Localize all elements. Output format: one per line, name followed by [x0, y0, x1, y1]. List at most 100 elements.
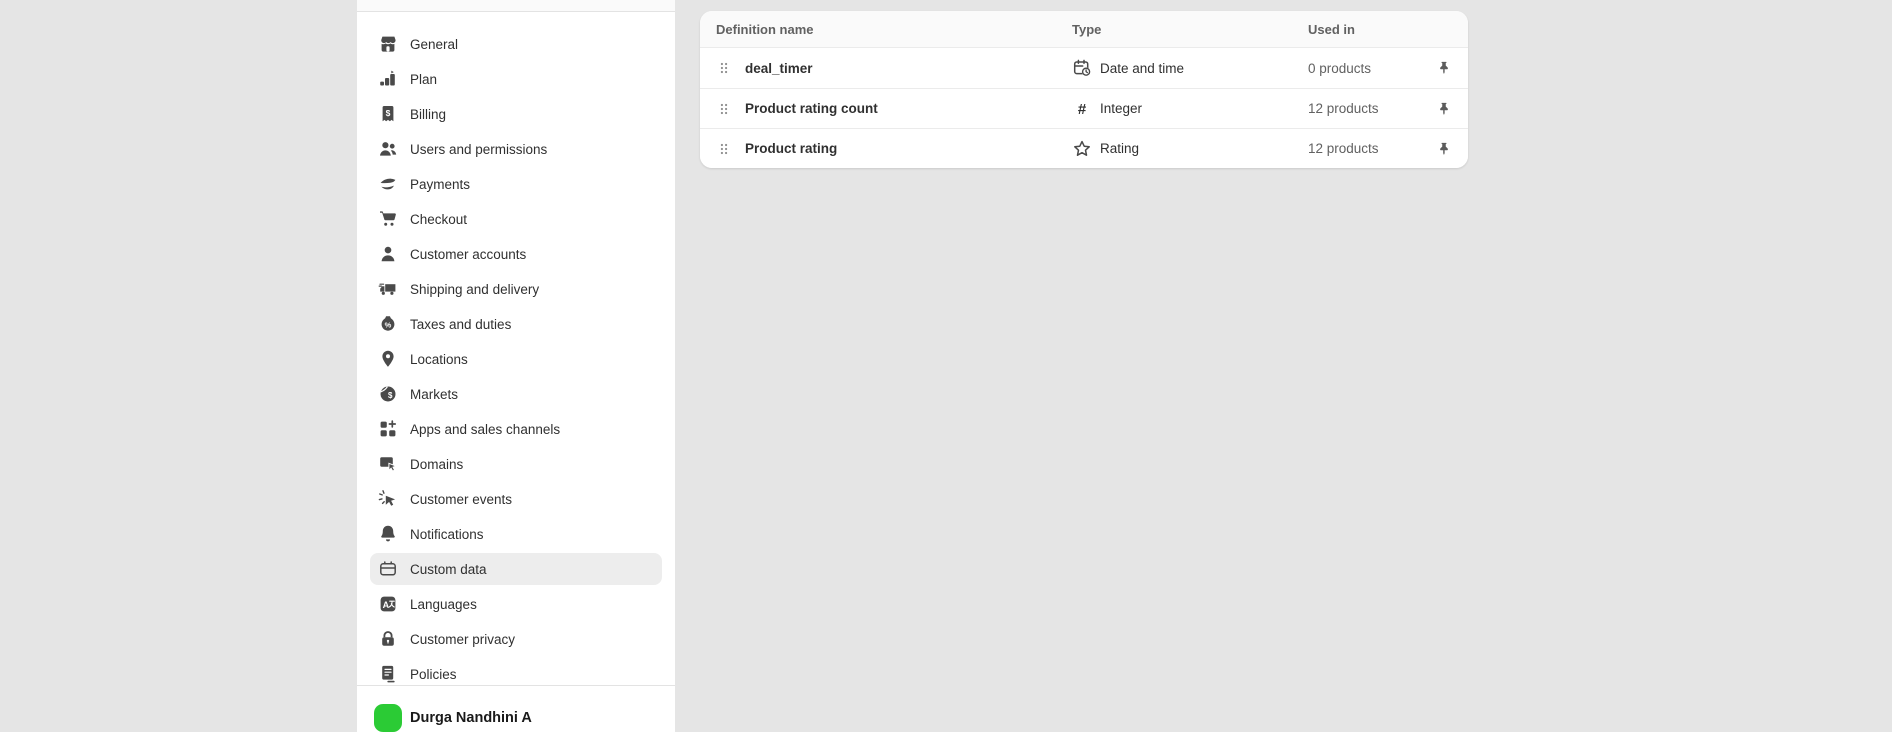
plan-icon [378, 69, 398, 89]
users-icon [378, 139, 398, 159]
sidebar-item-taxes-and-duties[interactable]: % Taxes and duties [370, 308, 662, 340]
used-in-label: 12 products [1308, 101, 1379, 116]
languages-icon: A [378, 594, 398, 614]
store-icon [378, 34, 398, 54]
sidebar-item-label: Markets [410, 387, 458, 402]
sidebar-item-label: Custom data [410, 562, 487, 577]
svg-text:#: # [1078, 101, 1087, 118]
drag-handle-icon[interactable] [716, 101, 732, 117]
person-icon [378, 244, 398, 264]
hash-icon: # [1072, 99, 1092, 119]
tax-bag-icon: % [378, 314, 398, 334]
sidebar-item-plan[interactable]: Plan [370, 63, 662, 95]
table-header-row: Definition name Type Used in [700, 11, 1468, 48]
sidebar-footer: Durga Nandhini A [357, 685, 675, 732]
store-avatar [374, 704, 402, 732]
sidebar-item-billing[interactable]: $ Billing [370, 98, 662, 130]
store-account-item[interactable]: Durga Nandhini A [370, 704, 662, 732]
store-name-label: Durga Nandhini A [410, 710, 532, 726]
sidebar-item-policies[interactable]: Policies [370, 658, 662, 685]
pin-icon[interactable] [1436, 60, 1452, 76]
lock-icon [378, 629, 398, 649]
sidebar-item-label: Notifications [410, 527, 484, 542]
definition-name-cell: Product rating count [716, 101, 1072, 117]
sidebar-item-payments[interactable]: Payments [370, 168, 662, 200]
used-in-cell: 0 products [1308, 60, 1452, 76]
sidebar-item-custom-data[interactable]: Custom data [370, 553, 662, 585]
svg-text:A: A [383, 600, 390, 610]
definition-name-link[interactable]: Product rating [745, 141, 837, 156]
sidebar-item-checkout[interactable]: Checkout [370, 203, 662, 235]
type-cell: # Integer [1072, 99, 1308, 119]
sidebar-item-label: Checkout [410, 212, 467, 227]
used-in-label: 12 products [1308, 141, 1379, 156]
custom-data-icon [378, 559, 398, 579]
svg-text:$: $ [388, 391, 393, 400]
sidebar-item-label: Taxes and duties [410, 317, 511, 332]
type-label: Date and time [1100, 61, 1184, 76]
table-body: deal_timer Date and time 0 products Prod… [700, 48, 1468, 168]
sidebar-item-label: Users and permissions [410, 142, 547, 157]
drag-handle-icon[interactable] [716, 60, 732, 76]
sidebar-item-label: Payments [410, 177, 470, 192]
settings-page: General Plan $ Billing Users and permiss… [0, 0, 1892, 732]
drag-handle-icon[interactable] [716, 141, 732, 157]
definition-name-link[interactable]: deal_timer [745, 61, 813, 76]
sidebar-item-general[interactable]: General [370, 28, 662, 60]
sidebar-header-strip [357, 0, 675, 12]
svg-text:$: $ [386, 108, 391, 118]
sidebar-item-customer-events[interactable]: Customer events [370, 483, 662, 515]
sidebar-item-languages[interactable]: A Languages [370, 588, 662, 620]
column-header-type: Type [1072, 22, 1308, 37]
sidebar-item-label: Policies [410, 667, 457, 682]
sidebar-item-shipping-and-delivery[interactable]: Shipping and delivery [370, 273, 662, 305]
table-row-product-rating-count: Product rating count # Integer 12 produc… [700, 88, 1468, 128]
table-row-deal-timer: deal_timer Date and time 0 products [700, 48, 1468, 88]
sidebar-item-label: Apps and sales channels [410, 422, 560, 437]
payments-icon [378, 174, 398, 194]
star-icon [1072, 139, 1092, 159]
pin-icon[interactable] [1436, 101, 1452, 117]
sidebar-item-domains[interactable]: Domains [370, 448, 662, 480]
sidebar-item-label: Shipping and delivery [410, 282, 539, 297]
column-header-used-in: Used in [1308, 22, 1452, 37]
sidebar-item-label: Languages [410, 597, 477, 612]
type-label: Rating [1100, 141, 1139, 156]
location-pin-icon [378, 349, 398, 369]
table-row-product-rating: Product rating Rating 12 products [700, 128, 1468, 168]
definition-name-link[interactable]: Product rating count [745, 101, 878, 116]
definition-name-cell: deal_timer [716, 60, 1072, 76]
apps-grid-icon [378, 419, 398, 439]
sidebar-item-label: General [410, 37, 458, 52]
sidebar-item-label: Domains [410, 457, 463, 472]
billing-icon: $ [378, 104, 398, 124]
sidebar-item-label: Plan [410, 72, 437, 87]
type-label: Integer [1100, 101, 1142, 116]
sidebar-item-markets[interactable]: $ Markets [370, 378, 662, 410]
metafield-definitions-card: Definition name Type Used in deal_timer … [700, 11, 1468, 168]
bell-icon [378, 524, 398, 544]
truck-icon [378, 279, 398, 299]
domains-icon [378, 454, 398, 474]
policies-icon [378, 664, 398, 684]
sidebar-item-label: Locations [410, 352, 468, 367]
svg-text:%: % [385, 320, 392, 329]
cart-icon [378, 209, 398, 229]
settings-sidebar: General Plan $ Billing Users and permiss… [357, 0, 675, 732]
type-cell: Date and time [1072, 58, 1308, 78]
sidebar-item-label: Billing [410, 107, 446, 122]
sidebar-item-customer-privacy[interactable]: Customer privacy [370, 623, 662, 655]
sidebar-item-users-and-permissions[interactable]: Users and permissions [370, 133, 662, 165]
sidebar-item-customer-accounts[interactable]: Customer accounts [370, 238, 662, 270]
pin-icon[interactable] [1436, 141, 1452, 157]
sidebar-item-notifications[interactable]: Notifications [370, 518, 662, 550]
globe-dollar-icon: $ [378, 384, 398, 404]
sidebar-item-locations[interactable]: Locations [370, 343, 662, 375]
type-cell: Rating [1072, 139, 1308, 159]
sidebar-item-label: Customer privacy [410, 632, 515, 647]
column-header-definition-name: Definition name [716, 22, 1072, 37]
definition-name-cell: Product rating [716, 141, 1072, 157]
calendar-clock-icon [1072, 58, 1092, 78]
sidebar-item-apps-and-sales-channels[interactable]: Apps and sales channels [370, 413, 662, 445]
sidebar-item-label: Customer accounts [410, 247, 526, 262]
